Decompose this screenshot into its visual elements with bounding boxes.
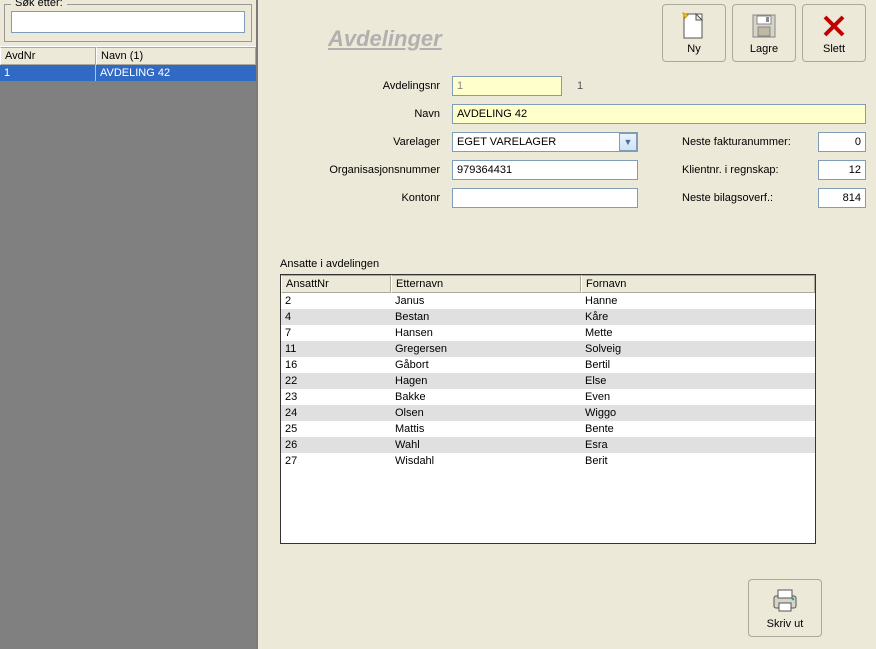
avdelingsnr-input — [452, 76, 562, 96]
new-button[interactable]: Ny — [662, 4, 726, 62]
ansatte-cell-nr: 16 — [281, 357, 391, 373]
form-area: Avdelingsnr 1 Navn Varelager EGET VARELA… — [286, 72, 866, 212]
table-row[interactable]: 27WisdahlBerit — [281, 453, 815, 469]
varelager-select[interactable]: EGET VARELAGER ▼ — [452, 132, 638, 152]
ansatte-title: Ansatte i avdelingen — [280, 258, 816, 270]
dept-row-navn: AVDELING 42 — [96, 65, 256, 81]
ansatte-cell-nr: 2 — [281, 293, 391, 309]
ansatte-cell-etternavn: Bestan — [391, 309, 581, 325]
left-panel: Søk etter: AvdNr Navn (1) 1 AVDELING 42 — [0, 0, 258, 649]
ansatte-cell-fornavn: Mette — [581, 325, 815, 341]
ansatte-cell-etternavn: Olsen — [391, 405, 581, 421]
ansatte-header: AnsattNr Etternavn Fornavn — [281, 275, 815, 293]
dept-row-avdnr: 1 — [0, 65, 96, 81]
ansatte-cell-etternavn: Wahl — [391, 437, 581, 453]
ansatte-cell-nr: 23 — [281, 389, 391, 405]
save-button-label: Lagre — [750, 43, 778, 55]
ansatte-cell-etternavn: Bakke — [391, 389, 581, 405]
navn-label: Navn — [286, 108, 446, 120]
ansatte-cell-nr: 24 — [281, 405, 391, 421]
new-button-label: Ny — [687, 43, 700, 55]
search-box: Søk etter: — [4, 4, 252, 42]
neste-bilag-input[interactable] — [818, 188, 866, 208]
ansatte-table: AnsattNr Etternavn Fornavn 2JanusHanne4B… — [280, 274, 816, 544]
ansatte-cell-fornavn: Berit — [581, 453, 815, 469]
ansatte-section: Ansatte i avdelingen AnsattNr Etternavn … — [280, 258, 816, 544]
ansatte-header-fornavn[interactable]: Fornavn — [581, 275, 815, 293]
chevron-down-icon: ▼ — [619, 133, 637, 151]
ansatte-rows: 2JanusHanne4BestanKåre7HansenMette11Greg… — [281, 293, 815, 469]
varelager-label: Varelager — [286, 136, 446, 148]
table-row[interactable]: 22HagenElse — [281, 373, 815, 389]
ansatte-cell-etternavn: Janus — [391, 293, 581, 309]
ansatte-cell-fornavn: Esra — [581, 437, 815, 453]
ansatte-cell-nr: 27 — [281, 453, 391, 469]
ansatte-cell-fornavn: Solveig — [581, 341, 815, 357]
avdelingsnr-label: Avdelingsnr — [286, 80, 446, 92]
table-row[interactable]: 11GregersenSolveig — [281, 341, 815, 357]
printer-icon — [770, 586, 800, 616]
ansatte-cell-fornavn: Wiggo — [581, 405, 815, 421]
table-row[interactable]: 24OlsenWiggo — [281, 405, 815, 421]
app-root: Søk etter: AvdNr Navn (1) 1 AVDELING 42 — [0, 0, 876, 649]
right-panel: Ny Lagre — [258, 0, 876, 649]
ansatte-cell-nr: 25 — [281, 421, 391, 437]
delete-button-label: Slett — [823, 43, 845, 55]
dept-header-avdnr[interactable]: AvdNr — [0, 47, 96, 65]
delete-x-icon — [819, 11, 849, 41]
ansatte-cell-etternavn: Mattis — [391, 421, 581, 437]
ansatte-cell-nr: 26 — [281, 437, 391, 453]
ansatte-cell-etternavn: Gregersen — [391, 341, 581, 357]
print-button-label: Skriv ut — [767, 618, 804, 630]
table-row[interactable]: 7HansenMette — [281, 325, 815, 341]
dept-list-body: 1 AVDELING 42 — [0, 65, 256, 649]
neste-faktura-input[interactable] — [818, 132, 866, 152]
ansatte-cell-etternavn: Gåbort — [391, 357, 581, 373]
floppy-icon — [749, 11, 779, 41]
table-row[interactable]: 16GåbortBertil — [281, 357, 815, 373]
varelager-value: EGET VARELAGER — [453, 136, 619, 148]
table-row[interactable]: 4BestanKåre — [281, 309, 815, 325]
ansatte-header-nr[interactable]: AnsattNr — [281, 275, 391, 293]
table-row[interactable]: 2JanusHanne — [281, 293, 815, 309]
klientnr-label: Klientnr. i regnskap: — [682, 164, 812, 176]
ansatte-cell-fornavn: Hanne — [581, 293, 815, 309]
orgnr-input[interactable] — [452, 160, 638, 180]
ansatte-cell-fornavn: Else — [581, 373, 815, 389]
ansatte-cell-fornavn: Kåre — [581, 309, 815, 325]
ansatte-header-etternavn[interactable]: Etternavn — [391, 275, 581, 293]
search-label: Søk etter: — [11, 0, 67, 9]
ansatte-cell-nr: 11 — [281, 341, 391, 357]
table-row[interactable]: 23BakkeEven — [281, 389, 815, 405]
table-row[interactable]: 25MattisBente — [281, 421, 815, 437]
ansatte-cell-nr: 4 — [281, 309, 391, 325]
neste-faktura-label: Neste fakturanummer: — [682, 136, 812, 148]
dept-list-header: AvdNr Navn (1) — [0, 46, 256, 65]
print-button[interactable]: Skriv ut — [748, 579, 822, 637]
navn-input[interactable] — [452, 104, 866, 124]
neste-bilag-label: Neste bilagsoverf.: — [682, 192, 812, 204]
toolbar: Ny Lagre — [662, 4, 866, 62]
orgnr-label: Organisasjonsnummer — [286, 164, 446, 176]
save-button[interactable]: Lagre — [732, 4, 796, 62]
ansatte-cell-fornavn: Bertil — [581, 357, 815, 373]
delete-button[interactable]: Slett — [802, 4, 866, 62]
ansatte-cell-etternavn: Hagen — [391, 373, 581, 389]
klientnr-input[interactable] — [818, 160, 866, 180]
new-file-icon — [679, 11, 709, 41]
ansatte-cell-nr: 22 — [281, 373, 391, 389]
ansatte-cell-nr: 7 — [281, 325, 391, 341]
dept-row[interactable]: 1 AVDELING 42 — [0, 65, 256, 81]
kontonr-label: Kontonr — [286, 192, 446, 204]
print-button-wrap: Skriv ut — [748, 579, 822, 637]
avdelingsnr-display: 1 — [568, 80, 592, 92]
ansatte-cell-fornavn: Even — [581, 389, 815, 405]
ansatte-cell-etternavn: Wisdahl — [391, 453, 581, 469]
kontonr-input[interactable] — [452, 188, 638, 208]
ansatte-cell-etternavn: Hansen — [391, 325, 581, 341]
search-input[interactable] — [11, 11, 245, 33]
dept-header-navn[interactable]: Navn (1) — [96, 47, 256, 65]
table-row[interactable]: 26WahlEsra — [281, 437, 815, 453]
ansatte-cell-fornavn: Bente — [581, 421, 815, 437]
